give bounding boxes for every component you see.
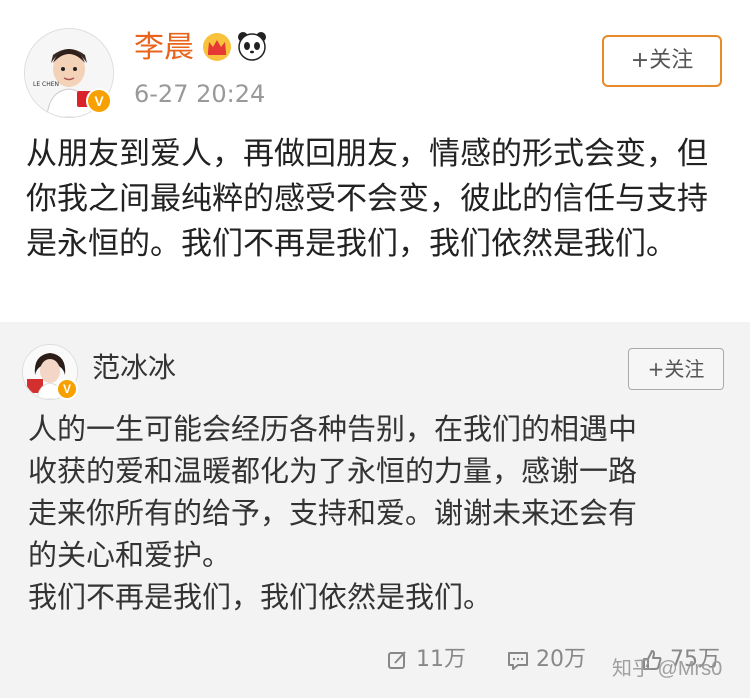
repost-author-name[interactable]: 范冰冰 <box>92 350 176 386</box>
repost-action[interactable]: 11万 <box>386 640 466 680</box>
weibo-post: LE CHEN V 李晨 6-27 20:24 +关注 从朋友到爱人，再做回朋友… <box>0 0 750 322</box>
comment-count: 20万 <box>536 647 586 672</box>
repost-content-line: 的关心和爱护。 <box>28 538 232 572</box>
repost-follow-button[interactable]: +关注 <box>628 348 724 390</box>
avatar-caption: LE CHEN <box>33 81 60 88</box>
edit-share-icon <box>388 651 406 669</box>
repost-card[interactable]: V 范冰冰 +关注 人的一生可能会经历各种告别，在我们的相遇中 收获的爱和温暖都… <box>0 322 750 698</box>
follow-button[interactable]: +关注 <box>602 35 722 87</box>
crown-icon <box>203 33 231 61</box>
repost-content-line: 我们不再是我们，我们依然是我们。 <box>28 580 493 614</box>
author-name[interactable]: 李晨 <box>134 28 194 68</box>
repost-verified-badge: V <box>56 378 78 400</box>
repost-count: 11万 <box>416 647 466 672</box>
repost-content: 人的一生可能会经历各种告别，在我们的相遇中 收获的爱和温暖都化为了永恒的力量，感… <box>28 408 718 618</box>
repost-content-line: 走来你所有的给予，支持和爱。谢谢未来还会有 <box>28 496 638 530</box>
panda-icon <box>238 32 266 61</box>
post-time: 6-27 20:24 <box>134 80 266 108</box>
comment-action[interactable]: 20万 <box>506 640 586 680</box>
repost-content-line: 收获的爱和温暖都化为了永恒的力量，感谢一路 <box>28 454 638 488</box>
watermark: 知乎 @Mrs0 <box>612 658 723 680</box>
repost-content-line: 人的一生可能会经历各种告别，在我们的相遇中 <box>28 412 638 446</box>
verified-badge: V <box>86 88 112 114</box>
comment-icon <box>508 652 528 670</box>
post-content: 从朋友到爱人，再做回朋友，情感的形式会变，但你我之间最纯粹的感受不会变，彼此的信… <box>26 136 708 262</box>
